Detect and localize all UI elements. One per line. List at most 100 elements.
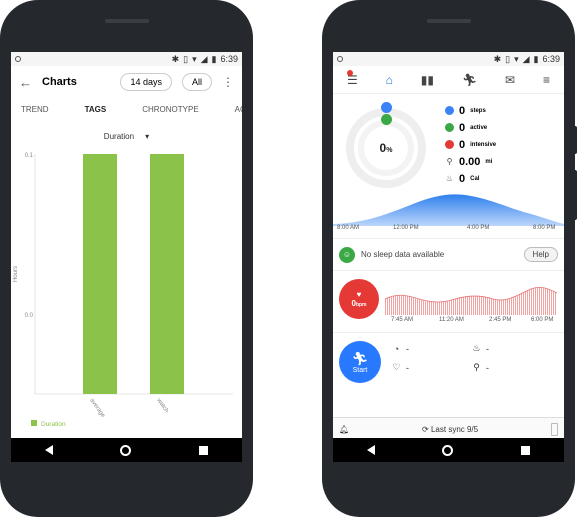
earpiece xyxy=(427,19,471,23)
system-nav-bar xyxy=(333,438,564,462)
stat-active: 0 active xyxy=(445,119,496,136)
notification-dot-icon xyxy=(337,56,343,62)
heart-icon: ♡ xyxy=(392,362,401,372)
sleep-face-icon: ☺ xyxy=(339,246,355,263)
nav-back-icon[interactable] xyxy=(366,445,375,455)
all-pill[interactable]: All xyxy=(181,73,212,91)
alarm-bell-icon[interactable]: 🔔︎ xyxy=(339,425,349,434)
time-label: 4:00 PM xyxy=(467,225,490,231)
help-button[interactable]: Help xyxy=(523,247,558,262)
y-tick-label: 0.0 xyxy=(25,313,34,319)
sleep-message: No sleep data available xyxy=(361,250,445,259)
nav-recents-icon[interactable] xyxy=(199,445,209,455)
nav-home-icon[interactable] xyxy=(442,444,454,456)
range-pill[interactable]: 14 days xyxy=(120,73,172,91)
bluetooth-icon: ✱ xyxy=(171,53,180,64)
legend-label: Duration xyxy=(41,421,66,428)
status-time: 6:39 xyxy=(220,54,238,64)
daily-summary[interactable]: 0% 0 steps 0 active 0 intensive ⚲ 0.00 mi ♨ 0 C… xyxy=(333,94,564,231)
side-button xyxy=(0,150,2,186)
dropdown-value: Duration xyxy=(103,132,135,141)
distance-pin-icon: ⚲ xyxy=(473,362,480,372)
app-bar: ← Charts 14 days All ⋮ xyxy=(11,66,242,98)
heart-metric: ♡ - xyxy=(392,362,409,373)
bar-chart-icon[interactable]: ▮▮ xyxy=(421,73,434,87)
heart-rate-badge[interactable]: ♥ 0bpm xyxy=(339,279,379,319)
bar xyxy=(150,154,184,394)
tab-partial[interactable]: AC xyxy=(235,105,242,114)
y-axis-label: Hours xyxy=(13,266,19,282)
heart-rate-card[interactable]: ♥ 0bpm 7:45 AM 11:20 AM 2:45 PM 6:00 PM xyxy=(333,270,564,332)
heart-rate-unit: bpm xyxy=(355,302,367,308)
start-label: Start xyxy=(352,366,368,374)
back-arrow-icon[interactable]: ← xyxy=(19,75,32,90)
earpiece xyxy=(105,19,149,23)
flame-icon: ♨ xyxy=(472,343,481,353)
bar xyxy=(83,154,117,394)
chevron-down-icon: ▾ xyxy=(145,132,150,141)
sliders-icon[interactable]: ≡ xyxy=(543,73,550,87)
stat-intensive: 0 intensive xyxy=(445,136,496,153)
active-ring-marker xyxy=(381,114,392,125)
nav-recents-icon[interactable] xyxy=(521,445,531,455)
dashboard-toolbar: ☰ ⌂ ▮▮ 🏃︎ ✉ ≡ xyxy=(333,66,564,94)
tab-tags[interactable]: TAGS xyxy=(85,105,107,114)
bluetooth-icon: ✱ xyxy=(493,53,502,64)
stat-calories: ♨ 0 Cal xyxy=(445,172,480,185)
vibrate-icon: ▯ xyxy=(183,53,189,64)
distance-metric: ⚲ - xyxy=(471,362,551,373)
time-label: 8:00 PM xyxy=(533,225,556,231)
stat-steps: 0 steps xyxy=(445,102,496,119)
activity-metrics: ◔ - ♨ - ♡ - ⚲ - xyxy=(391,343,551,373)
phone-left: ✱ ▯ ▾ ◢ ▮ 6:39 ← Charts 14 days All ⋮ TR… xyxy=(0,0,253,517)
home-icon[interactable]: ⌂ xyxy=(386,73,393,87)
time-label: 6:00 PM xyxy=(531,317,554,323)
nav-home-icon[interactable] xyxy=(120,444,132,456)
phone-right: ✱ ▯ ▾ ◢ ▮ 6:39 ☰ ⌂ ▮▮ 🏃︎ ✉ ≡ 0% 0steps xyxy=(322,0,577,517)
heart-pulse-icon: ♥ xyxy=(356,290,362,299)
steps-dot-icon xyxy=(445,106,454,115)
dashboard-screen: ✱ ▯ ▾ ◢ ▮ 6:39 ☰ ⌂ ▮▮ 🏃︎ ✉ ≡ 0% 0steps xyxy=(333,52,564,460)
battery-icon: ▮ xyxy=(211,53,217,64)
running-icon: 🏃︎ xyxy=(351,350,369,366)
legend-swatch xyxy=(31,420,37,426)
active-dot-icon xyxy=(445,123,454,132)
sleep-card[interactable]: ☺ No sleep data available Help xyxy=(333,238,564,270)
metric-dropdown[interactable]: Duration ▾ xyxy=(11,132,242,141)
tab-chronotype[interactable]: CHRONOTYPE xyxy=(142,105,198,114)
time-label: 11:20 AM xyxy=(439,317,464,323)
timer-icon: ◔ xyxy=(393,343,400,354)
status-bar: ✱ ▯ ▾ ◢ ▮ 6:39 xyxy=(333,52,564,66)
calories-metric: ♨ - xyxy=(472,343,489,354)
running-icon[interactable]: 🏃︎ xyxy=(462,73,477,87)
page-title: Charts xyxy=(42,76,77,88)
wifi-icon: ▾ xyxy=(192,53,197,64)
signal-icon: ◢ xyxy=(200,53,208,64)
sync-status[interactable]: ⟳ Last sync 9/5 xyxy=(349,425,551,434)
charts-screen: ✱ ▯ ▾ ◢ ▮ 6:39 ← Charts 14 days All ⋮ TR… xyxy=(11,52,242,460)
status-bar: ✱ ▯ ▾ ◢ ▮ 6:39 xyxy=(11,52,242,66)
volume-button xyxy=(573,170,577,220)
goal-percent: 0% xyxy=(379,141,393,155)
stat-distance: ⚲ 0.00 mi xyxy=(446,155,493,168)
steps-ring-marker xyxy=(381,102,392,113)
device-battery-icon xyxy=(551,423,558,436)
time-label: 12:00 PM xyxy=(393,225,419,231)
activity-card: 🏃︎ Start ◔ - ♨ - ♡ - ⚲ - xyxy=(333,332,564,392)
tab-trend[interactable]: TREND xyxy=(21,105,49,114)
vibrate-icon: ▯ xyxy=(505,53,511,64)
intensive-dot-icon xyxy=(445,140,454,149)
notification-badge xyxy=(347,70,353,76)
system-nav-bar xyxy=(11,438,242,462)
battery-icon: ▮ xyxy=(533,53,539,64)
distance-pin-icon: ⚲ xyxy=(446,157,453,166)
message-icon[interactable]: ✉ xyxy=(505,73,515,87)
side-button xyxy=(573,126,577,154)
y-tick-label: 0.1 xyxy=(25,153,34,159)
heart-rate-chart xyxy=(385,286,557,315)
time-label: 7:45 AM xyxy=(391,317,414,323)
more-vert-icon[interactable]: ⋮ xyxy=(222,75,234,89)
nav-back-icon[interactable] xyxy=(44,445,53,455)
start-workout-button[interactable]: 🏃︎ Start xyxy=(339,341,381,383)
notification-dot-icon xyxy=(15,56,21,62)
